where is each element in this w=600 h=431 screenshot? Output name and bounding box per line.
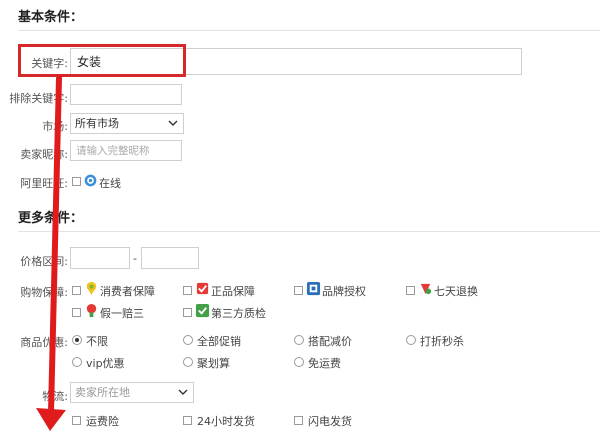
price-min-input[interactable]	[70, 247, 130, 269]
consumer-protection-icon	[86, 281, 97, 296]
shopping-guarantee-label: 购物保障:	[20, 286, 68, 299]
wangwang-online-label: 在线	[99, 177, 121, 190]
discount-flash-label: 打折秒杀	[420, 335, 464, 348]
discount-all-radio[interactable]	[183, 335, 193, 345]
exclude-keyword-input[interactable]	[70, 84, 182, 105]
price-dash: -	[133, 252, 137, 265]
seller-label: 卖家昵称:	[20, 148, 68, 161]
shipping-insurance-label: 运费险	[86, 415, 119, 428]
quality-inspection-icon	[195, 303, 210, 318]
guarantee-consumer-checkbox[interactable]	[72, 286, 81, 295]
discount-combo-radio[interactable]	[294, 335, 304, 345]
location-label: 物流:	[42, 390, 68, 403]
discount-freeship-label: 免运费	[308, 357, 341, 370]
discount-vip-radio[interactable]	[72, 357, 82, 367]
seller-input[interactable]: 请输入完整昵称	[70, 140, 182, 161]
guarantee-quality-checkbox[interactable]	[183, 308, 192, 317]
location-select-value: 卖家所在地	[75, 386, 130, 399]
shipping-flash-checkbox[interactable]	[294, 416, 303, 425]
location-select[interactable]: 卖家所在地	[70, 382, 194, 403]
price-range-label: 价格区间:	[20, 255, 68, 268]
discount-any-radio[interactable]	[72, 335, 82, 345]
shipping-24h-label: 24小时发货	[197, 415, 255, 428]
guarantee-quality-label: 第三方质检	[211, 307, 266, 320]
guarantee-7day-label: 七天退换	[434, 285, 478, 298]
genuine-guarantee-icon	[196, 282, 209, 295]
seven-day-return-icon	[420, 283, 432, 295]
discount-freeship-radio[interactable]	[294, 357, 304, 367]
wangwang-label: 阿里旺旺:	[20, 177, 68, 190]
guarantee-genuine-checkbox[interactable]	[183, 286, 192, 295]
shipping-insurance-checkbox[interactable]	[72, 416, 81, 425]
more-divider	[18, 231, 600, 232]
exclude-keyword-label: 排除关键字:	[9, 92, 68, 105]
basic-divider	[18, 30, 600, 31]
fake-compensation-icon	[86, 303, 97, 318]
discount-juhuasuan-radio[interactable]	[183, 357, 193, 367]
guarantee-7day-checkbox[interactable]	[406, 286, 415, 295]
basic-conditions-title: 基本条件：	[18, 10, 84, 25]
shipping-24h-checkbox[interactable]	[183, 416, 192, 425]
seller-placeholder: 请输入完整昵称	[76, 145, 150, 157]
discount-any-label: 不限	[86, 335, 108, 348]
discount-all-label: 全部促销	[197, 335, 241, 348]
discount-vip-label: vip优惠	[86, 357, 125, 370]
shipping-flash-label: 闪电发货	[308, 415, 352, 428]
more-conditions-title: 更多条件：	[18, 211, 84, 226]
discount-flash-radio[interactable]	[406, 335, 416, 345]
price-max-input[interactable]	[141, 247, 199, 269]
market-select[interactable]: 所有市场	[70, 113, 184, 134]
wangwang-icon	[84, 174, 97, 187]
guarantee-brand-checkbox[interactable]	[294, 286, 303, 295]
keyword-highlight-box	[18, 44, 186, 77]
chevron-down-icon	[178, 389, 188, 395]
guarantee-fake-label: 假一赔三	[100, 307, 144, 320]
discount-combo-label: 搭配减价	[308, 335, 352, 348]
guarantee-consumer-label: 消费者保障	[100, 285, 155, 298]
market-label: 市场:	[42, 120, 68, 133]
brand-authorization-icon	[306, 281, 321, 296]
guarantee-brand-label: 品牌授权	[322, 285, 366, 298]
guarantee-fake-checkbox[interactable]	[72, 308, 81, 317]
wangwang-checkbox[interactable]	[72, 177, 81, 186]
discount-label: 商品优惠:	[20, 336, 68, 349]
guarantee-genuine-label: 正品保障	[211, 285, 255, 298]
chevron-down-icon	[168, 120, 178, 126]
discount-juhuasuan-label: 聚划算	[197, 357, 230, 370]
